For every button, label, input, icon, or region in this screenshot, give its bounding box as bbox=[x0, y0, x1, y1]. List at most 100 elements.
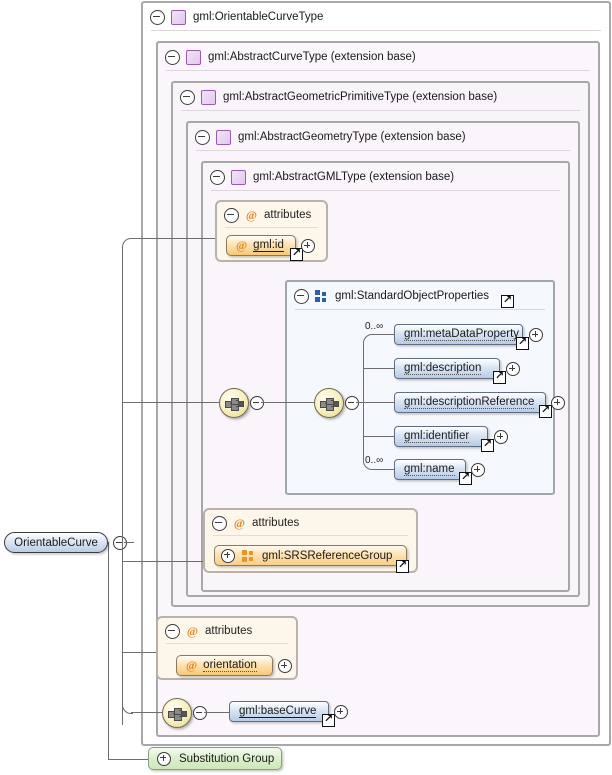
container-label: gml:AbstractCurveType (extension base) bbox=[208, 51, 416, 63]
attribute-label: gml:id bbox=[253, 239, 284, 252]
element-label: gml:baseCurve bbox=[239, 705, 317, 718]
collapse-toggle-icon[interactable] bbox=[180, 89, 195, 105]
connector-branch-substitution bbox=[108, 758, 148, 760]
expand-element-description[interactable] bbox=[506, 362, 520, 376]
at-icon: @ bbox=[245, 207, 258, 222]
connector-branch-attributes1 bbox=[131, 238, 221, 240]
xsd-diagram-canvas: gml:OrientableCurveType gml:AbstractCurv… bbox=[0, 0, 612, 775]
expand-substitution-group[interactable] bbox=[157, 751, 171, 766]
expand-element-descriptionreference[interactable] bbox=[551, 396, 565, 410]
collapse-sequence-basecurve[interactable] bbox=[193, 706, 207, 720]
header-divider bbox=[213, 535, 408, 536]
connector-to-basecurve bbox=[204, 711, 229, 713]
root-expand-toggle[interactable] bbox=[113, 536, 127, 550]
substitution-group-label: Substitution Group bbox=[179, 752, 275, 765]
expand-element-name[interactable] bbox=[471, 463, 485, 477]
expand-element-identifier[interactable] bbox=[494, 430, 508, 444]
panel-label: gml:StandardObjectProperties bbox=[335, 290, 490, 302]
connector-trunk bbox=[122, 542, 124, 725]
link-arrow-icon[interactable] bbox=[516, 336, 529, 350]
link-arrow-icon[interactable] bbox=[539, 404, 552, 418]
root-element-label: OrientableCurve bbox=[14, 536, 98, 549]
sequence-compositor-outer[interactable] bbox=[219, 388, 249, 418]
link-arrow-icon[interactable] bbox=[290, 247, 303, 261]
header-divider bbox=[151, 30, 601, 31]
connector-trunk bbox=[122, 247, 124, 542]
panel-header: @ attributes bbox=[205, 510, 416, 536]
connector-stub bbox=[124, 541, 134, 543]
collapse-toggle-icon[interactable] bbox=[195, 129, 210, 145]
element-label: gml:descriptionReference bbox=[404, 396, 535, 409]
type-icon bbox=[216, 129, 231, 145]
sequence-compositor-basecurve[interactable] bbox=[162, 698, 192, 728]
type-icon bbox=[201, 89, 216, 105]
type-icon bbox=[171, 9, 186, 25]
element-basecurve[interactable]: gml:baseCurve bbox=[229, 701, 329, 722]
expand-element-metadataproperty[interactable] bbox=[529, 328, 543, 342]
container-header: gml:AbstractGMLType (extension base) bbox=[203, 163, 568, 191]
panel-label: attributes bbox=[252, 517, 300, 529]
header-divider bbox=[196, 150, 570, 151]
expand-attribute-gmlid[interactable] bbox=[301, 239, 315, 253]
header-divider bbox=[166, 70, 590, 71]
connector-branch-attributes2 bbox=[122, 560, 208, 562]
attribute-orientation[interactable]: @ orientation bbox=[176, 655, 273, 676]
at-icon: @ bbox=[186, 658, 198, 672]
expand-attribute-orientation[interactable] bbox=[278, 659, 292, 673]
attribute-group-label: gml:SRSReferenceGroup bbox=[262, 549, 393, 562]
cardinality-name: 0..∞ bbox=[365, 455, 384, 466]
container-header: gml:AbstractGeometricPrimitiveType (exte… bbox=[173, 83, 588, 111]
collapse-toggle-icon[interactable] bbox=[165, 623, 180, 639]
at-icon: @ bbox=[233, 515, 246, 530]
cardinality-metadataproperty: 0..∞ bbox=[365, 321, 384, 332]
attribute-label: orientation bbox=[203, 659, 257, 672]
header-divider bbox=[295, 309, 545, 310]
element-identifier[interactable]: gml:identifier bbox=[394, 426, 488, 447]
sequence-compositor-inner[interactable] bbox=[314, 388, 344, 418]
attribute-group-srsreferencegroup[interactable]: gml:SRSReferenceGroup bbox=[214, 545, 407, 566]
connector-to-metadataproperty bbox=[372, 334, 394, 336]
element-descriptionreference[interactable]: gml:descriptionReference bbox=[394, 392, 546, 413]
connector-to-name bbox=[372, 468, 394, 470]
substitution-group-box[interactable]: Substitution Group bbox=[148, 747, 282, 770]
collapse-toggle-icon[interactable] bbox=[212, 515, 227, 531]
collapse-toggle-icon[interactable] bbox=[150, 9, 165, 25]
collapse-sequence-inner[interactable] bbox=[345, 396, 359, 410]
link-arrow-icon[interactable] bbox=[396, 559, 409, 573]
link-arrow-icon[interactable] bbox=[493, 370, 506, 384]
connector-branch-sequence bbox=[122, 401, 219, 403]
collapse-toggle-icon[interactable] bbox=[165, 49, 180, 65]
container-label: gml:OrientableCurveType bbox=[193, 11, 324, 23]
root-element-orientablecurve[interactable]: OrientableCurve bbox=[4, 532, 108, 553]
header-divider bbox=[181, 110, 580, 111]
element-name[interactable]: gml:name bbox=[394, 459, 466, 480]
header-divider bbox=[166, 643, 288, 644]
element-label: gml:description bbox=[404, 362, 482, 375]
link-arrow-icon[interactable] bbox=[481, 438, 494, 452]
container-header: gml:OrientableCurveType bbox=[143, 3, 609, 31]
connector-branch-basecurve bbox=[131, 711, 162, 713]
container-header: gml:AbstractGeometryType (extension base… bbox=[188, 123, 578, 151]
element-metadataproperty[interactable]: gml:metaDataProperty bbox=[394, 324, 523, 345]
attribute-gmlid[interactable]: @ gml:id bbox=[226, 235, 296, 256]
expand-element-basecurve[interactable] bbox=[334, 705, 348, 719]
connector-corner bbox=[363, 334, 374, 345]
collapse-toggle-icon[interactable] bbox=[224, 207, 239, 223]
header-divider bbox=[211, 190, 560, 191]
connector-to-descriptionreference bbox=[363, 401, 394, 403]
link-arrow-icon[interactable] bbox=[501, 294, 514, 308]
connector-substitution-rail bbox=[108, 542, 110, 759]
element-label: gml:identifier bbox=[404, 430, 470, 443]
link-arrow-icon[interactable] bbox=[459, 471, 472, 485]
collapse-sequence-outer[interactable] bbox=[250, 396, 264, 410]
at-icon: @ bbox=[186, 623, 199, 638]
connector-outer-to-inner bbox=[261, 401, 314, 403]
collapse-toggle-icon[interactable] bbox=[294, 288, 309, 304]
element-label: gml:metaDataProperty bbox=[404, 328, 520, 341]
panel-label: attributes bbox=[264, 209, 312, 221]
link-arrow-icon[interactable] bbox=[322, 713, 335, 727]
collapse-toggle-icon[interactable] bbox=[210, 169, 225, 185]
container-label: gml:AbstractGMLType (extension base) bbox=[253, 171, 455, 183]
expand-attribute-group[interactable] bbox=[221, 548, 235, 563]
element-description[interactable]: gml:description bbox=[394, 358, 500, 379]
